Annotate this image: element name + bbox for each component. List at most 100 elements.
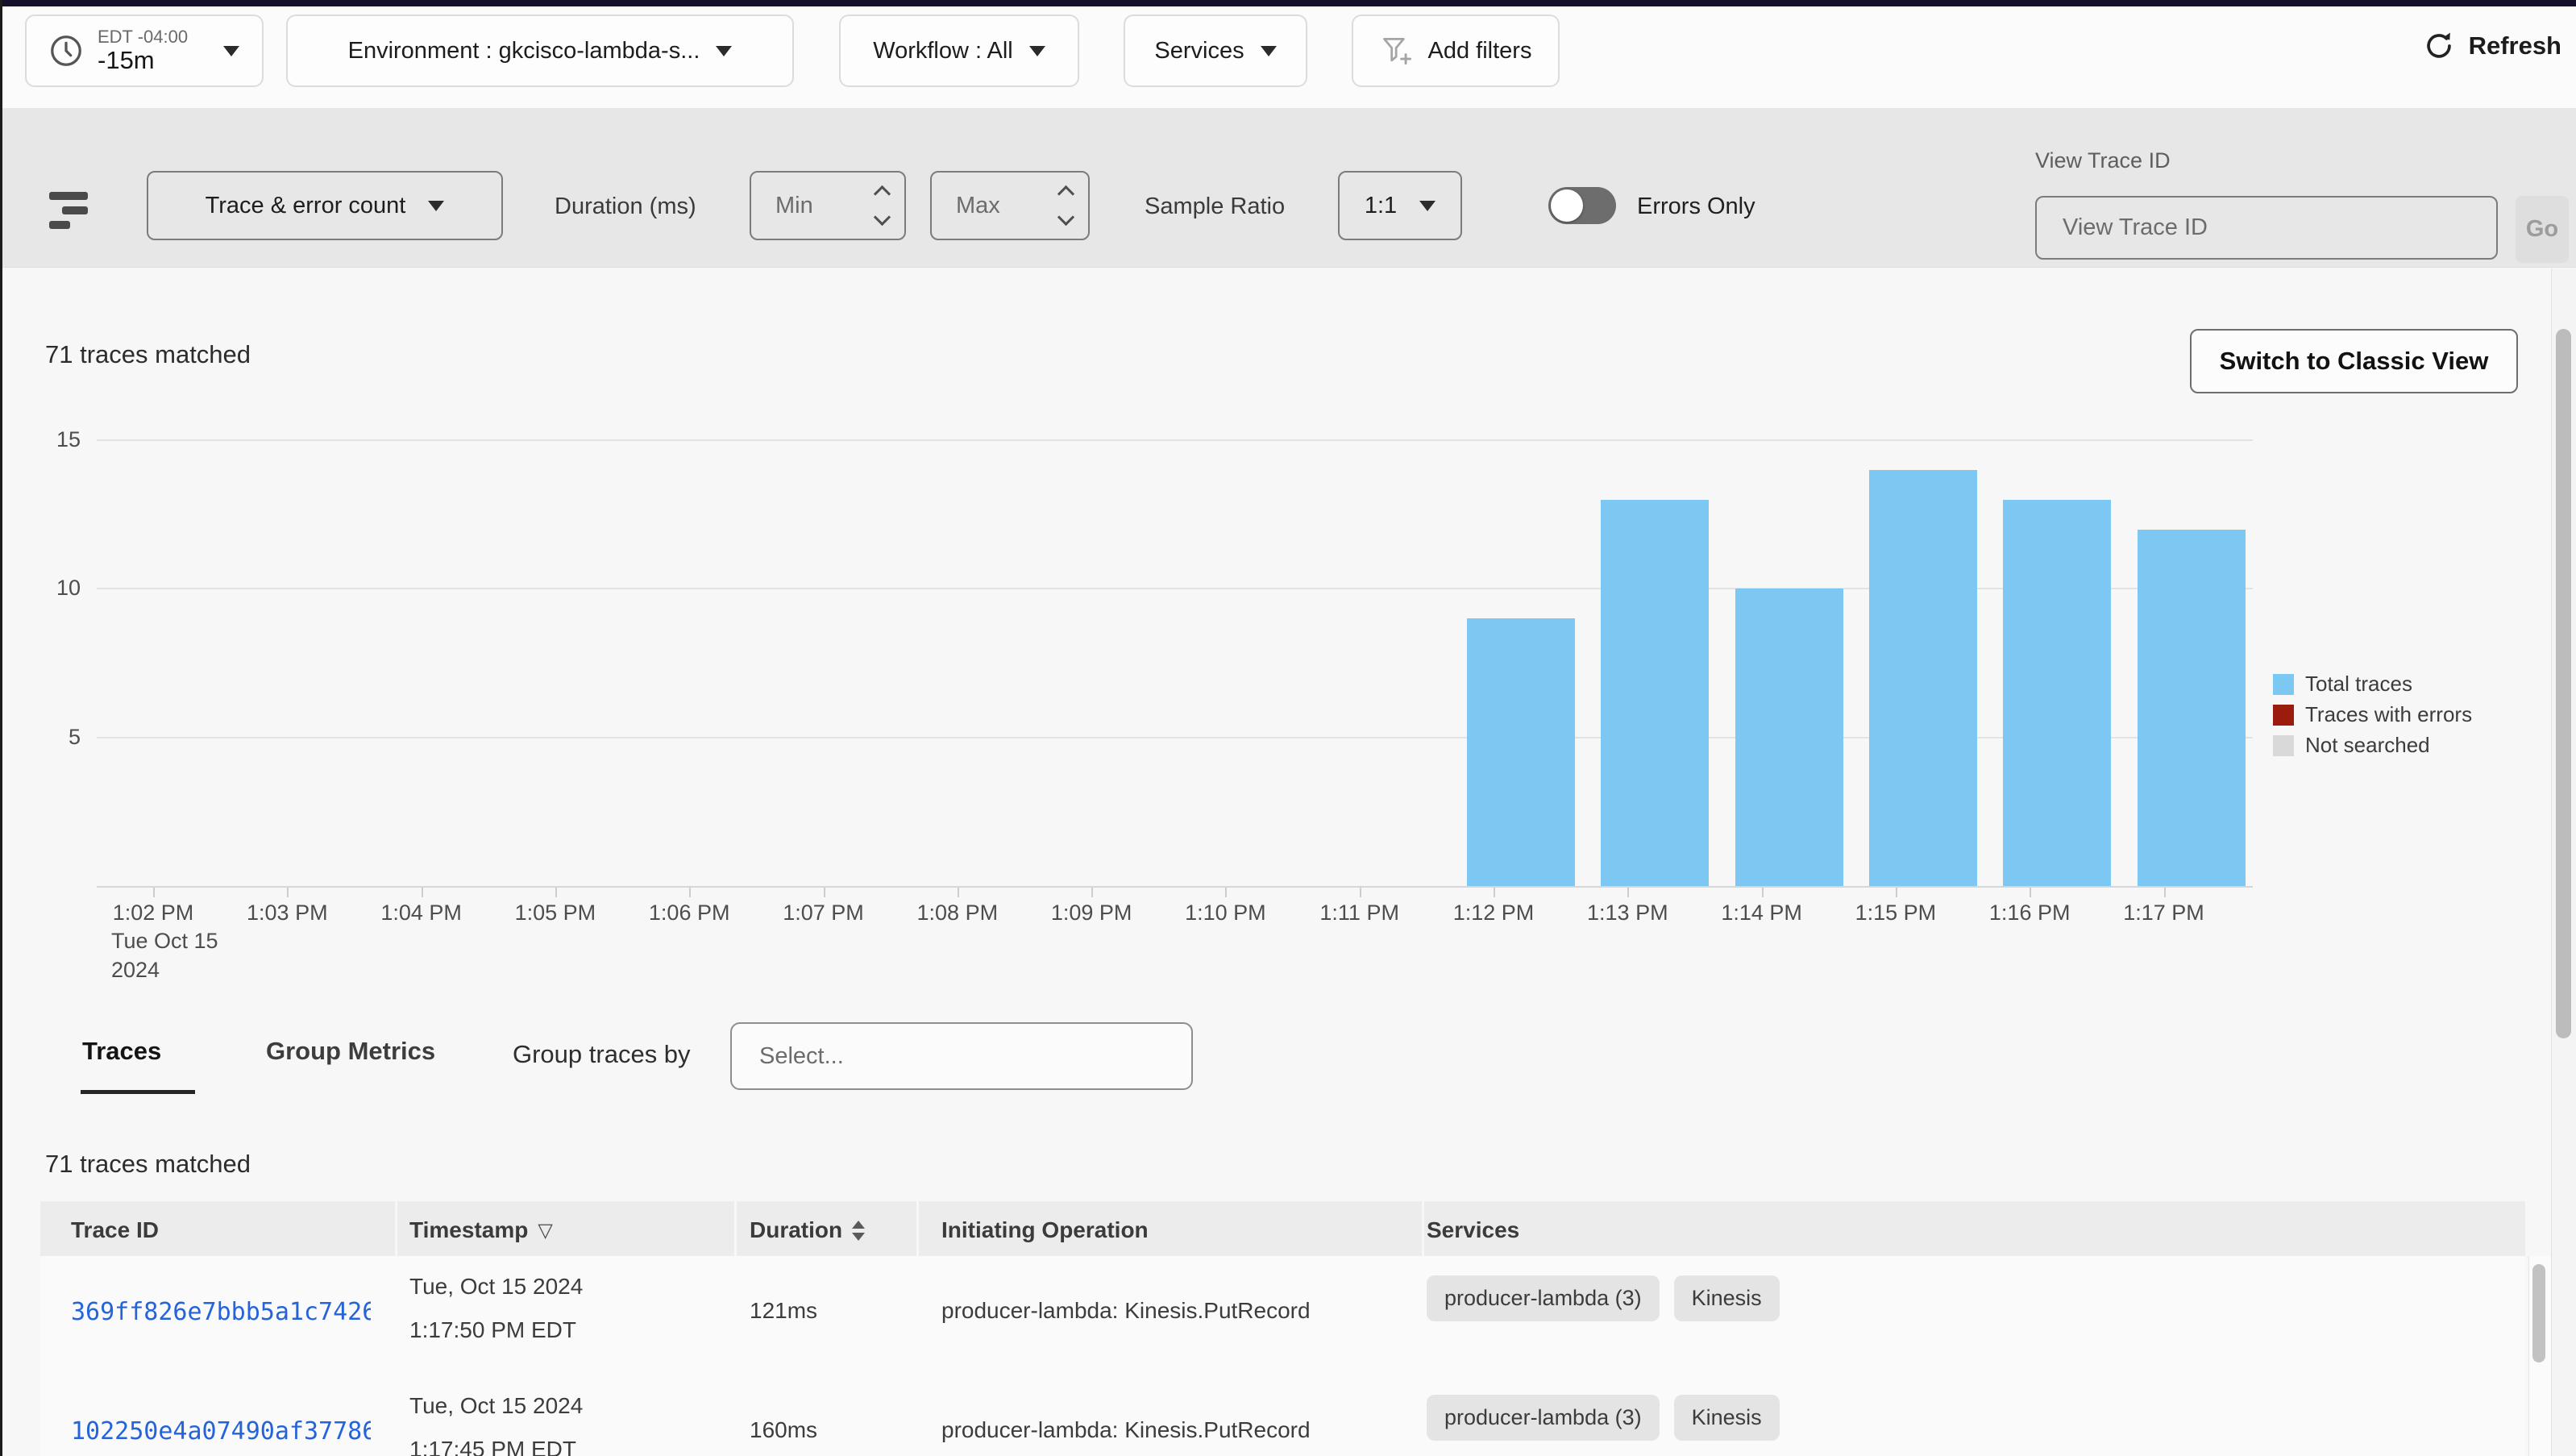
environment-filter-label: Environment : gkcisco-lambda-s... [348,38,700,64]
view-trace-id-input[interactable] [2035,196,2498,260]
services-filter-dropdown[interactable]: Services [1124,15,1307,87]
chart-bar[interactable] [2003,500,2111,886]
duration-max-input[interactable] [954,192,1038,220]
environment-filter-dropdown[interactable]: Environment : gkcisco-lambda-s... [286,15,794,87]
x-axis-tick [422,888,423,897]
stepper-icons[interactable] [1060,188,1072,223]
column-header-initiating-operation[interactable]: Initiating Operation [941,1217,1149,1243]
column-header-trace-id[interactable]: Trace ID [71,1217,159,1243]
tab-group-metrics[interactable]: Group Metrics [266,1037,435,1066]
x-axis-tick [1494,888,1495,897]
add-filters-label: Add filters [1428,38,1532,64]
column-header-timestamp[interactable]: Timestamp ▽ [409,1217,553,1243]
trace-id-link[interactable]: 102250e4a07490af37786 [71,1417,371,1446]
chart-bar[interactable] [1735,589,1843,886]
legend-label: Traces with errors [2305,702,2472,727]
chart-bar[interactable] [1869,470,1977,886]
duration-value: 121ms [750,1298,817,1324]
service-chip[interactable]: producer-lambda (3) [1427,1395,1660,1441]
page-scrollbar-thumb[interactable] [2556,329,2571,1038]
chart-gridline [97,737,2253,738]
column-header-duration[interactable]: Duration [750,1217,865,1243]
column-label: Timestamp [409,1217,528,1243]
column-label: Services [1427,1217,1519,1243]
chart-bar[interactable] [1467,618,1575,886]
timestamp-time: 1:17:45 PM EDT [409,1437,576,1456]
chevron-down-icon [1261,46,1277,56]
x-axis-tick [1360,888,1361,897]
services-cell: producer-lambda (3) Kinesis [1427,1395,1780,1441]
chart-type-dropdown[interactable]: Trace & error count [147,171,503,240]
stepper-icons[interactable] [876,188,888,223]
legend-label: Total traces [2305,672,2412,697]
traces-matched-count: 71 traces matched [45,340,251,369]
trace-id-link[interactable]: 369ff826e7bbb5a1c7426 [71,1298,371,1326]
filter-plus-icon [1380,33,1415,69]
x-axis-tick-label: 1:12 PM [1429,901,1558,926]
chart-bar[interactable] [1601,500,1709,886]
services-cell: producer-lambda (3) Kinesis [1427,1275,1780,1321]
top-filter-bar: EDT -04:00 -15m Environment : gkcisco-la… [2,6,2576,109]
x-axis-tick-label: 1:16 PM [1965,901,2094,926]
legend-swatch [2273,735,2294,756]
y-axis-tick-label: 15 [24,427,81,452]
column-header-services[interactable]: Services [1427,1217,1519,1243]
initiating-operation: producer-lambda: Kinesis.PutRecord [941,1417,1311,1443]
chart-type-value: Trace & error count [206,193,406,219]
chevron-down-icon [223,46,239,56]
column-label: Duration [750,1217,842,1243]
table-scrollbar-thumb[interactable] [2532,1264,2545,1362]
x-axis-tick [689,888,691,897]
legend-swatch [2273,705,2294,726]
chevron-down-icon [716,46,732,56]
active-tab-underline [81,1090,195,1094]
errors-only-toggle[interactable] [1548,187,1616,224]
add-filters-button[interactable]: Add filters [1352,15,1560,87]
go-button[interactable]: Go [2516,196,2569,263]
x-axis-tick-label: 1:09 PM [1027,901,1156,926]
x-axis-tick-label: 1:08 PM [893,901,1022,926]
x-axis-tick [958,888,959,897]
sort-both-icon [852,1221,865,1241]
x-axis-date-label: Tue Oct 15 [111,929,218,954]
trace-filter-toolbar: Trace & error count Duration (ms) Sample… [2,108,2576,268]
chart-gridline [97,439,2253,441]
y-axis-tick-label: 5 [24,725,81,750]
x-axis-tick [1627,888,1629,897]
legend-swatch [2273,674,2294,695]
services-filter-label: Services [1154,38,1244,64]
tab-traces[interactable]: Traces [82,1037,161,1066]
duration-min-input[interactable] [774,192,858,220]
chart-bar[interactable] [2138,530,2246,886]
workflow-filter-dropdown[interactable]: Workflow : All [839,15,1079,87]
clock-icon [48,32,85,69]
refresh-button[interactable]: Refresh [2422,29,2561,63]
x-axis-tick-label: 1:11 PM [1295,901,1424,926]
service-chip[interactable]: producer-lambda (3) [1427,1275,1660,1321]
group-traces-by-select[interactable]: Select... [730,1022,1193,1090]
x-axis-tick [555,888,557,897]
service-chip[interactable]: Kinesis [1674,1395,1780,1441]
refresh-icon [2422,29,2456,63]
timestamp-date: Tue, Oct 15 2024 [409,1274,583,1300]
sort-desc-icon: ▽ [538,1219,552,1242]
switch-to-classic-view-button[interactable]: Switch to Classic View [2190,329,2518,393]
x-axis-tick-label: 1:10 PM [1161,901,1290,926]
x-axis-tick-label: 1:03 PM [222,901,351,926]
x-axis-tick-label: 1:07 PM [759,901,888,926]
x-axis-tick-label: 1:04 PM [357,901,486,926]
column-label: Initiating Operation [941,1217,1149,1243]
refresh-label: Refresh [2469,31,2561,60]
service-chip[interactable]: Kinesis [1674,1275,1780,1321]
view-trace-id-label: View Trace ID [2035,148,2171,173]
timezone-label: EDT -04:00 [98,27,188,47]
x-axis-tick-label: 1:05 PM [491,901,620,926]
x-axis-tick [153,888,155,897]
duration-label: Duration (ms) [555,193,696,220]
filter-lines-icon[interactable] [49,192,88,229]
time-range-picker[interactable]: EDT -04:00 -15m [25,15,264,87]
x-axis-tick [2164,888,2166,897]
duration-min-field [750,171,906,240]
legend-label: Not searched [2305,733,2430,758]
sample-ratio-dropdown[interactable]: 1:1 [1338,171,1462,240]
